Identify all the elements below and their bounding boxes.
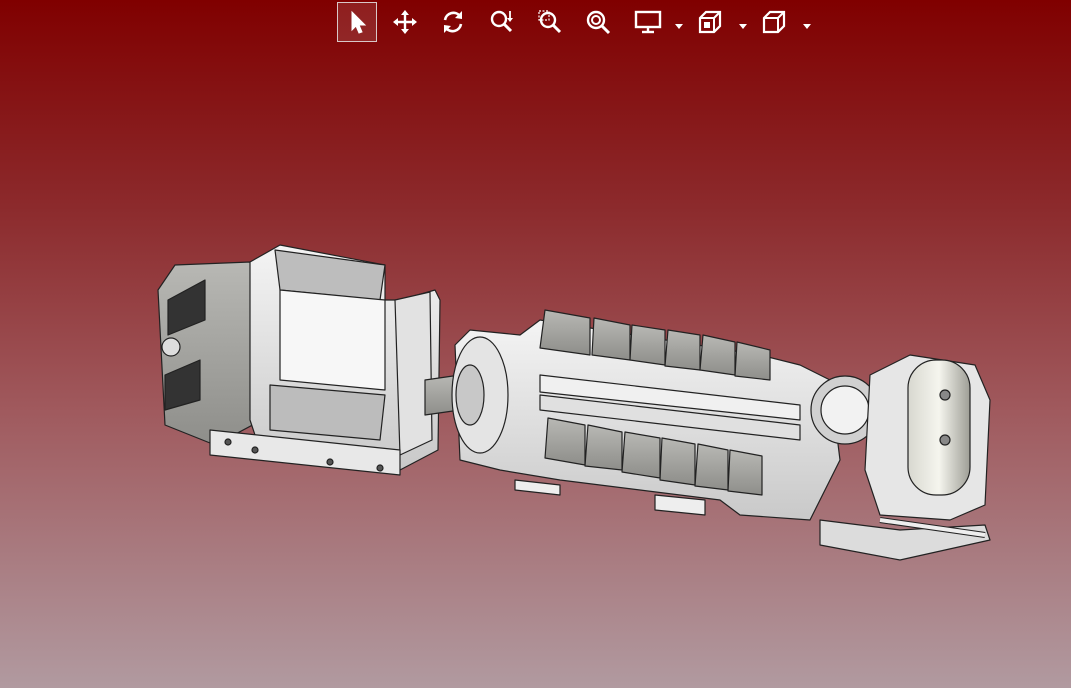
select-tool-button[interactable] bbox=[337, 2, 377, 42]
cursor-arrow-icon bbox=[351, 10, 367, 34]
rotate-tool-button[interactable] bbox=[433, 2, 473, 42]
view-orientation-dropdown[interactable] bbox=[802, 16, 812, 29]
zoom-icon bbox=[490, 10, 513, 33]
zoom-fit-icon bbox=[586, 10, 611, 35]
zoom-window-tool-button[interactable] bbox=[530, 2, 570, 42]
chevron-down-icon bbox=[739, 24, 747, 29]
generator-unit bbox=[157, 244, 461, 476]
engine-block bbox=[451, 309, 880, 521]
zoom-window-icon bbox=[538, 10, 562, 34]
section-box-icon bbox=[698, 10, 722, 34]
rotate-icon bbox=[443, 11, 463, 33]
viewer-toolbar bbox=[336, 2, 816, 44]
monitor-icon bbox=[634, 10, 662, 34]
zoom-fit-tool-button[interactable] bbox=[578, 2, 618, 42]
section-button[interactable] bbox=[690, 2, 730, 42]
generator-engine-model[interactable] bbox=[0, 50, 1071, 688]
3d-viewport[interactable] bbox=[0, 50, 1071, 688]
display-mode-button[interactable] bbox=[628, 2, 668, 42]
chevron-down-icon bbox=[675, 24, 683, 29]
section-dropdown[interactable] bbox=[738, 16, 748, 29]
move-arrows-icon bbox=[393, 10, 417, 34]
zoom-tool-button[interactable] bbox=[482, 2, 522, 42]
pan-tool-button[interactable] bbox=[385, 2, 425, 42]
display-mode-dropdown[interactable] bbox=[674, 16, 684, 29]
chevron-down-icon bbox=[803, 24, 811, 29]
view-orientation-button[interactable] bbox=[754, 2, 794, 42]
cube-icon bbox=[762, 10, 786, 34]
